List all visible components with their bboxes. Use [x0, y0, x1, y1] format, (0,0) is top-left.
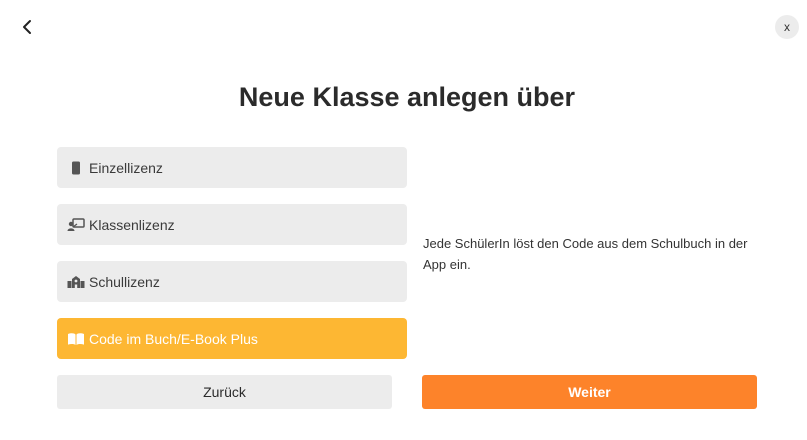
back-arrow-button[interactable]	[14, 14, 40, 40]
next-button[interactable]: Weiter	[422, 375, 757, 409]
close-button[interactable]: x	[775, 15, 799, 39]
presentation-icon	[67, 217, 85, 233]
tablet-icon	[67, 160, 85, 176]
option-label: Code im Buch/E-Book Plus	[89, 330, 258, 347]
chevron-left-icon	[23, 20, 31, 34]
create-class-dialog: x Neue Klasse anlegen über Einzellizenz …	[0, 0, 807, 440]
option-schullizenz[interactable]: Schullizenz	[57, 261, 407, 302]
option-einzellizenz[interactable]: Einzellizenz	[57, 147, 407, 188]
option-label: Einzellizenz	[89, 159, 163, 176]
option-description: Jede SchülerIn löst den Code aus dem Sch…	[423, 236, 748, 272]
back-button[interactable]: Zurück	[57, 375, 392, 409]
school-icon	[67, 274, 85, 290]
close-icon: x	[784, 20, 790, 34]
dialog-title: Neue Klasse anlegen über	[238, 82, 576, 112]
option-klassenlizenz[interactable]: Klassenlizenz	[57, 204, 407, 245]
option-code-im-buch[interactable]: Code im Buch/E-Book Plus	[57, 318, 407, 359]
option-label: Klassenlizenz	[89, 216, 175, 233]
option-label: Schullizenz	[89, 273, 160, 290]
book-icon	[67, 331, 85, 347]
